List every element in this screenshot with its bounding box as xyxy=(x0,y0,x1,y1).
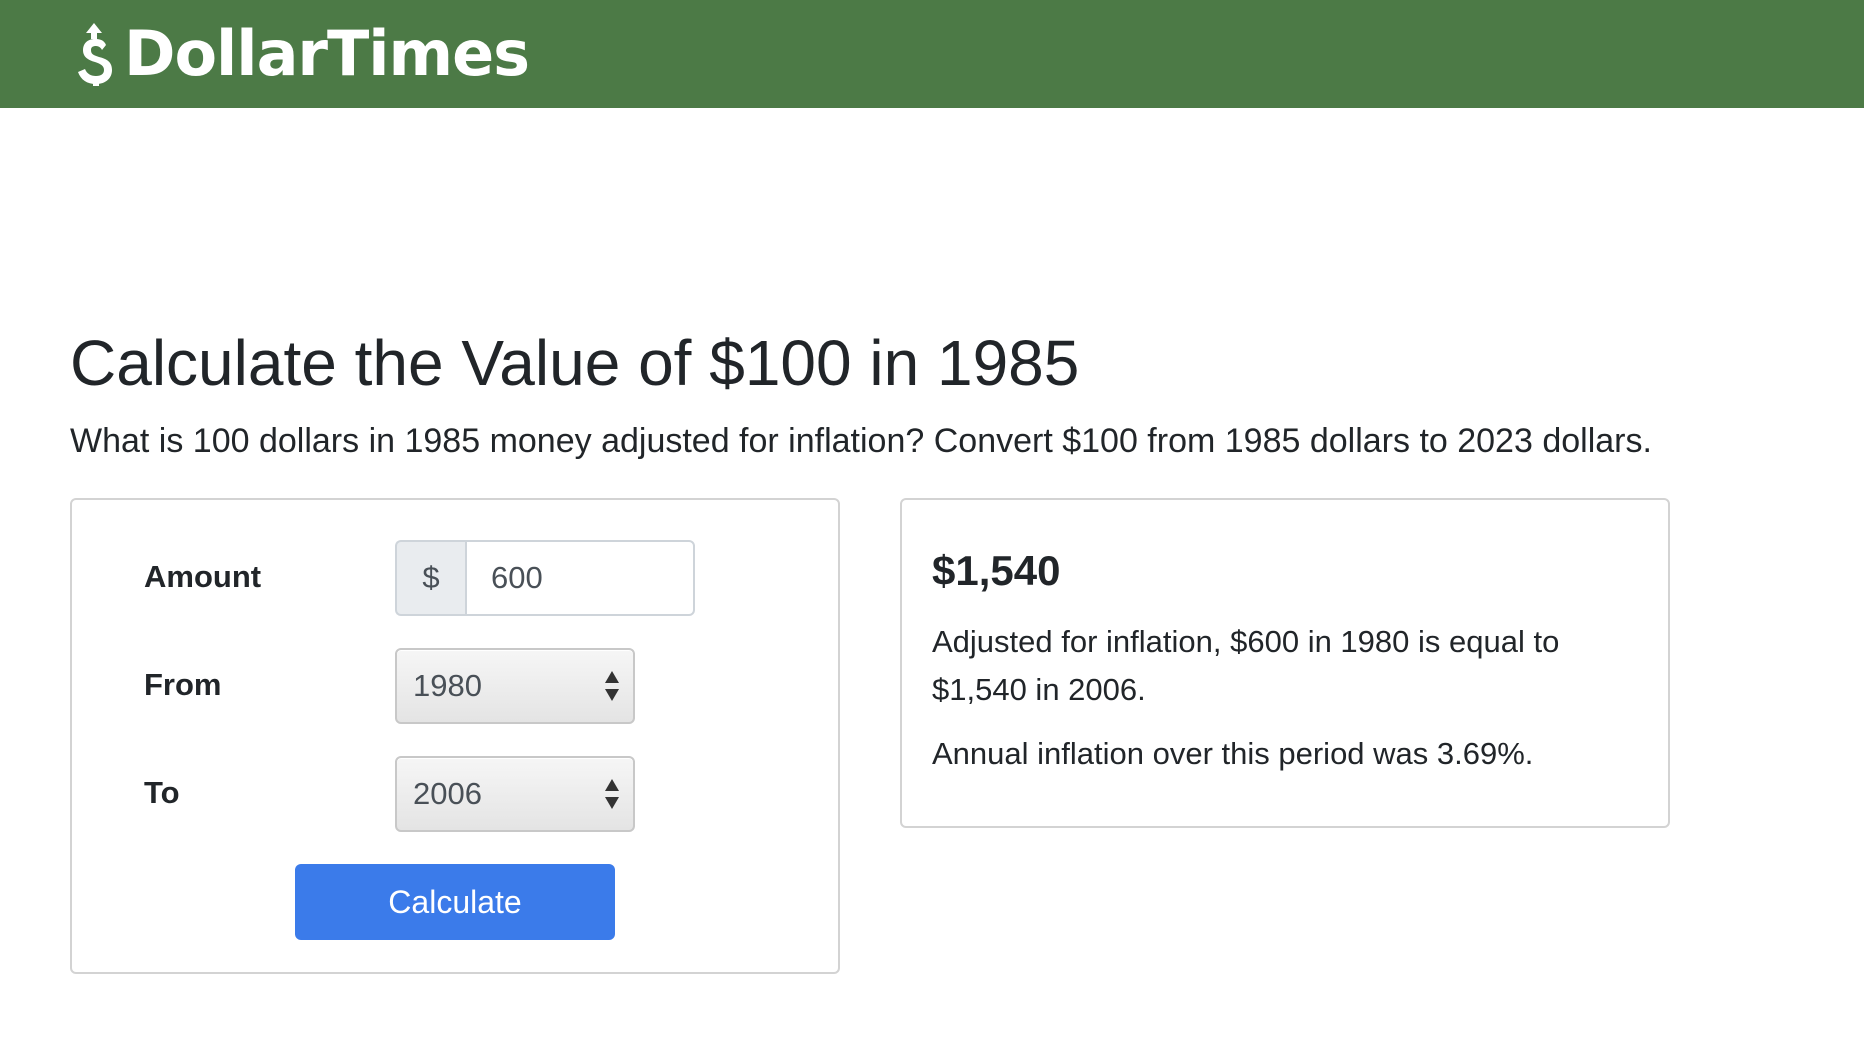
to-label: To xyxy=(144,775,180,810)
page-subtitle: What is 100 dollars in 1985 money adjust… xyxy=(70,422,1652,460)
result-amount: $1,540 xyxy=(932,547,1061,594)
select-arrows-icon xyxy=(605,671,619,701)
to-year-select[interactable]: 2006 xyxy=(395,756,635,832)
amount-input-group: $ xyxy=(395,540,695,616)
dollar-logo-icon xyxy=(78,23,112,86)
dollartimes-logo-link[interactable]: DollarTimes xyxy=(74,16,530,92)
select-arrows-icon xyxy=(605,779,619,809)
page-title: Calculate the Value of $100 in 1985 xyxy=(70,327,1080,399)
currency-prefix: $ xyxy=(395,540,465,616)
from-year-select[interactable]: 1980 xyxy=(395,648,635,724)
amount-input[interactable] xyxy=(465,540,695,616)
result-inflation-rate: Annual inflation over this period was 3.… xyxy=(932,736,1534,771)
logo-text: DollarTimes xyxy=(124,17,530,90)
site-header: DollarTimes xyxy=(0,0,1864,108)
amount-label: Amount xyxy=(144,559,262,594)
to-year-value: 2006 xyxy=(413,776,482,811)
from-label: From xyxy=(144,667,222,702)
from-year-value: 1980 xyxy=(413,668,482,703)
calculate-button[interactable]: Calculate xyxy=(295,864,615,940)
result-description: Adjusted for inflation, $600 in 1980 is … xyxy=(932,624,1560,707)
